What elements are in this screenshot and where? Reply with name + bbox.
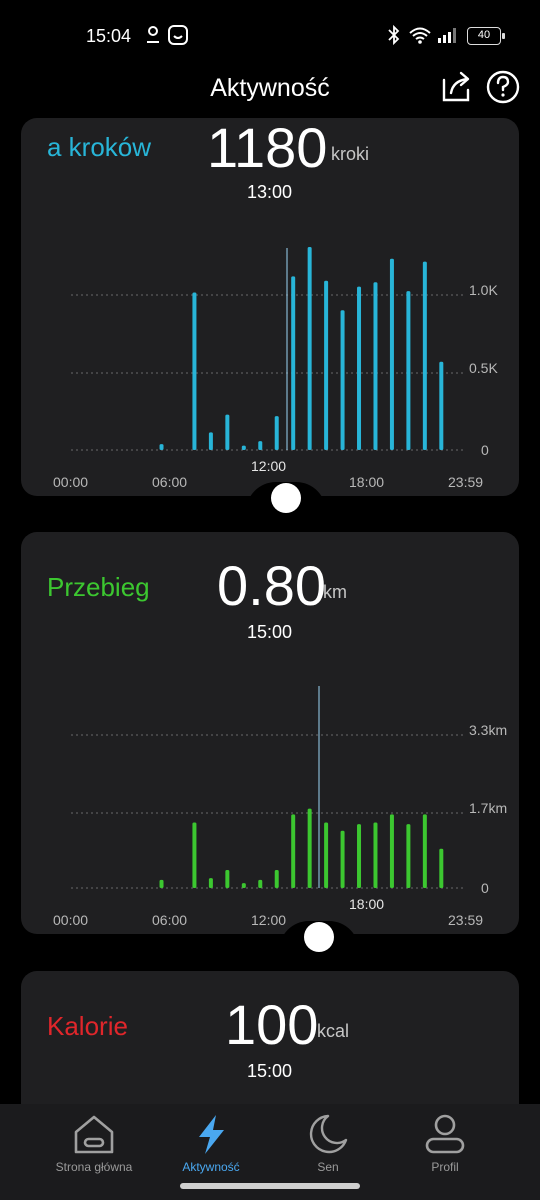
steps-x-tick-4: 23:59 <box>448 474 484 490</box>
chart-bar[interactable] <box>192 292 197 450</box>
calories-label: Kalorie <box>47 1011 128 1041</box>
distance-x-tick-4: 23:59 <box>448 912 484 928</box>
distance-y-tick-2: 1.7km <box>469 800 508 816</box>
steps-x-tick-2: 06:00 <box>152 474 188 490</box>
chart-bar[interactable] <box>241 445 246 450</box>
nav-item-home[interactable]: Strona główna <box>34 1112 154 1174</box>
distance-y-tick-1: 3.3km <box>469 722 508 738</box>
nav-label-profile: Profil <box>431 1160 459 1174</box>
chart-bar[interactable] <box>422 814 427 888</box>
steps-cursor-label: 12:00 <box>251 458 287 474</box>
chart-bar[interactable] <box>274 416 279 450</box>
bluetooth-icon <box>388 24 400 46</box>
nav-item-profile[interactable]: Profil <box>385 1112 505 1174</box>
chart-bar[interactable] <box>159 879 164 888</box>
chart-bar[interactable] <box>373 282 378 450</box>
chart-bar[interactable] <box>159 444 164 450</box>
home-indicator[interactable] <box>180 1183 360 1189</box>
chart-bar[interactable] <box>357 824 362 888</box>
chart-bar[interactable] <box>192 822 197 889</box>
status-time: 15:04 <box>86 26 132 46</box>
calories-time: 15:00 <box>247 1061 293 1081</box>
steps-y-tick-1: 1.0K <box>469 282 498 298</box>
calories-unit: kcal <box>317 1021 350 1041</box>
location-person-icon <box>147 26 159 43</box>
chart-bar[interactable] <box>324 822 329 889</box>
steps-x-tick-1: 00:00 <box>53 474 89 490</box>
distance-value: 0.80 <box>217 554 326 617</box>
steps-card[interactable]: a kroków 1180 kroki 13:00 1.0K 0.5K 0 12… <box>21 118 519 496</box>
lightning-bolt-icon <box>199 1115 224 1154</box>
chart-bar[interactable] <box>389 814 394 888</box>
distance-card[interactable]: Przebieg 0.80 km 15:00 3.3km 1.7km 0 18:… <box>21 532 519 934</box>
signal-icon <box>438 28 456 43</box>
chart-bar[interactable] <box>389 258 394 450</box>
chart-bar[interactable] <box>340 830 345 888</box>
chart-bar[interactable] <box>225 414 230 450</box>
help-icon[interactable] <box>486 70 520 104</box>
profile-icon <box>425 1114 465 1154</box>
nav-label-sleep: Sen <box>317 1160 339 1174</box>
steps-time: 13:00 <box>247 182 293 202</box>
chart-bar[interactable] <box>208 432 213 450</box>
chart-bar[interactable] <box>422 261 427 450</box>
chart-bar[interactable] <box>439 361 444 450</box>
status-bar: 15:04 40 <box>0 0 540 72</box>
distance-time: 15:00 <box>247 622 293 642</box>
steps-value: 1180 <box>207 118 328 179</box>
moon-icon <box>309 1114 348 1154</box>
share-export-icon[interactable] <box>440 70 474 104</box>
steps-label: a kroków <box>47 132 152 162</box>
chart-bar[interactable] <box>258 441 263 450</box>
chart-bar[interactable] <box>439 848 444 888</box>
top-app-bar: Aktywność <box>0 70 540 118</box>
steps-y-tick-2: 0.5K <box>469 360 498 376</box>
chart-bar[interactable] <box>307 246 312 450</box>
chart-bar[interactable] <box>291 814 296 888</box>
chart-bar[interactable] <box>307 808 312 888</box>
chart-bar[interactable] <box>258 879 263 888</box>
distance-x-tick-1: 00:00 <box>53 912 89 928</box>
steps-unit: kroki <box>331 144 370 164</box>
calories-value: 100 <box>225 993 319 1056</box>
distance-unit: km <box>323 582 347 602</box>
nav-item-sleep[interactable]: Sen <box>268 1112 388 1174</box>
home-icon <box>74 1115 114 1154</box>
steps-chart[interactable] <box>21 218 519 463</box>
distance-cursor-label: 18:00 <box>349 896 385 912</box>
chart-bar[interactable] <box>406 291 411 450</box>
distance-y-tick-3: 0 <box>481 880 489 896</box>
distance-chart[interactable] <box>21 682 519 902</box>
chart-bar[interactable] <box>274 869 279 888</box>
nav-label-home: Strona główna <box>55 1160 133 1174</box>
chart-bar[interactable] <box>373 822 378 889</box>
chart-bar[interactable] <box>241 883 246 888</box>
distance-label: Przebieg <box>47 572 150 602</box>
distance-x-tick-3: 12:00 <box>251 912 287 928</box>
wifi-icon <box>409 27 431 44</box>
distance-x-tick-2: 06:00 <box>152 912 188 928</box>
nav-label-activity: Aktywność <box>182 1160 240 1174</box>
steps-y-tick-3: 0 <box>481 442 489 458</box>
battery-indicator: 40 <box>467 27 505 45</box>
chart-bar[interactable] <box>406 824 411 888</box>
distance-scrub-handle[interactable] <box>304 922 334 952</box>
nav-item-activity[interactable]: Aktywność <box>151 1112 271 1174</box>
app-face-icon <box>168 25 188 45</box>
steps-scrub-handle[interactable] <box>271 483 301 513</box>
chart-bar[interactable] <box>225 869 230 888</box>
chart-bar[interactable] <box>324 280 329 450</box>
chart-bar[interactable] <box>340 310 345 450</box>
chart-bar[interactable] <box>208 878 213 888</box>
chart-bar[interactable] <box>291 276 296 450</box>
chart-bar[interactable] <box>357 286 362 450</box>
steps-x-tick-3: 18:00 <box>349 474 385 490</box>
